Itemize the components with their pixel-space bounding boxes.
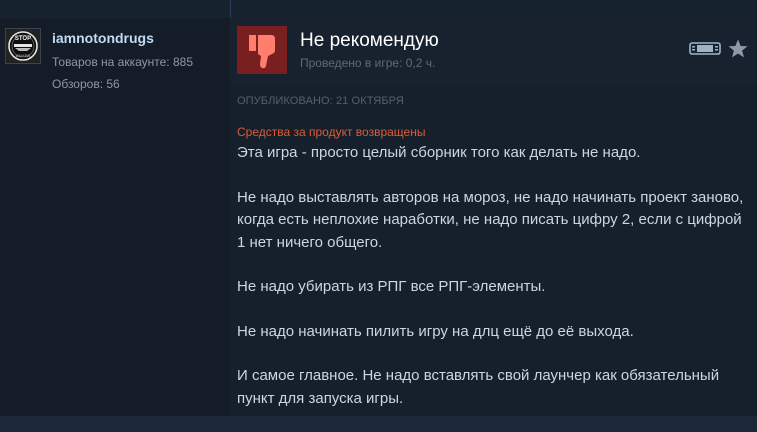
stop-sign-icon: STOP WALKING [6, 29, 40, 63]
column-divider [230, 0, 231, 18]
review-paragraph: Не надо убирать из РПГ все РПГ-элементы. [237, 278, 546, 295]
svg-text:WALKING: WALKING [16, 54, 31, 58]
star-icon[interactable] [727, 38, 749, 65]
posted-date: ОПУБЛИКОВАНО: 21 ОКТЯБРЯ [237, 95, 404, 107]
review-paragraph: Не надо начинать пилить игру на длц ещё … [237, 322, 634, 340]
playtime-hours: Проведено в игре: 0,2 ч. [300, 56, 436, 70]
review-verdict-title[interactable]: Не рекомендую [300, 30, 439, 52]
previous-review-edge [0, 0, 757, 18]
svg-text:STOP: STOP [15, 36, 31, 42]
review-content: Не рекомендую Проведено в игре: 0,2 ч. О… [230, 18, 757, 416]
author-name-link[interactable]: iamnotondrugs [52, 30, 154, 46]
review-paragraph: И самое главное. Не надо вставлять свой … [237, 367, 720, 407]
author-products-count[interactable]: Товаров на аккаунте: 885 [52, 55, 193, 69]
thumbs-down-icon [237, 26, 287, 74]
author-reviews-count[interactable]: Обзоров: 56 [52, 77, 120, 91]
review-card: STOP WALKING iamnotondrugs Товаров на ак… [0, 18, 757, 416]
thumbs-down-badge[interactable] [237, 26, 287, 74]
review-paragraph: Эта игра - просто целый сборник того как… [237, 144, 641, 161]
author-panel: STOP WALKING iamnotondrugs Товаров на ак… [0, 18, 230, 416]
avatar[interactable]: STOP WALKING [5, 28, 41, 64]
avatar-image: STOP WALKING [6, 29, 40, 63]
review-paragraph: Не надо выставлять авторов на мороз, не … [237, 188, 744, 251]
refunded-notice: Средства за продукт возвращены [237, 125, 426, 139]
vote-header: Не рекомендую Проведено в игре: 0,2 ч. [230, 18, 757, 84]
review-text: Эта игра - просто целый сборник того как… [237, 142, 747, 432]
steam-deck-icon [688, 38, 722, 61]
